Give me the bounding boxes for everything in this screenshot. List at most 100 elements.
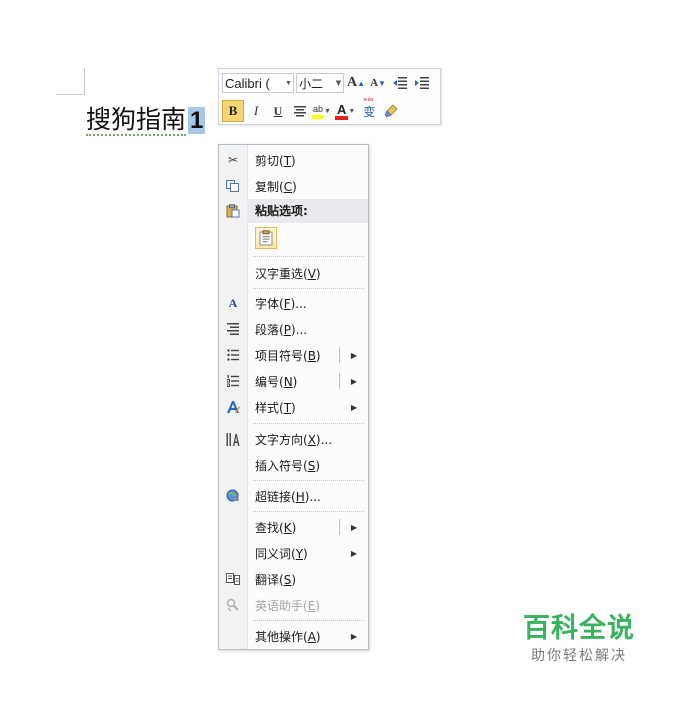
clipboard-paste-icon xyxy=(259,230,273,246)
paste-options-header: 粘贴选项: xyxy=(247,199,368,223)
center-align-button[interactable] xyxy=(290,100,310,122)
italic-icon: I xyxy=(253,103,259,118)
menu-item-english-assistant: 英语助手(E) xyxy=(219,593,368,617)
context-menu: ✂ 剪切(T) 复制(C) 粘贴选项: 汉字重选(V) A 字体(F)... 段… xyxy=(218,144,369,650)
format-painter-brush-icon xyxy=(384,104,398,118)
decrease-indent-button[interactable] xyxy=(390,72,410,94)
menu-item-synonyms[interactable]: 同义词(Y) ▶ xyxy=(219,541,368,565)
font-color-button[interactable]: A ▼ xyxy=(334,100,357,122)
menu-item-paragraph[interactable]: 段落(P)... xyxy=(219,317,368,341)
font-name-combo[interactable]: Calibri ( ▼ xyxy=(222,73,294,93)
menu-item-label: 段落(P)... xyxy=(255,322,308,337)
font-icon: A xyxy=(228,295,238,310)
menu-item-cut[interactable]: ✂ 剪切(T) xyxy=(219,148,368,172)
chevron-down-icon[interactable]: ▼ xyxy=(348,107,355,115)
menu-item-label: 文字方向(X)... xyxy=(255,432,333,447)
menu-separator xyxy=(253,480,364,481)
menu-separator xyxy=(253,511,364,512)
submenu-arrow-icon[interactable]: ▶ xyxy=(340,541,368,565)
watermark-title: 百科全说 xyxy=(523,613,635,644)
copy-icon xyxy=(219,174,247,198)
menu-item-text-direction[interactable]: 文字方向(X)... xyxy=(219,427,368,451)
text-direction-icon xyxy=(219,427,247,451)
watermark-subtitle: 助你轻松解决 xyxy=(531,648,627,664)
format-painter-button[interactable] xyxy=(381,100,401,122)
menu-item-translate[interactable]: 翻译(S) xyxy=(219,567,368,591)
document-body-text[interactable]: 搜狗指南 xyxy=(86,105,187,136)
increase-indent-icon xyxy=(415,77,429,89)
menu-item-label: 样式(T) xyxy=(255,400,296,415)
menu-item-font[interactable]: A 字体(F)... xyxy=(219,291,368,315)
paste-keep-text-button[interactable] xyxy=(255,227,277,249)
english-assistant-icon xyxy=(219,593,247,617)
submenu-arrow-icon[interactable]: ▶ xyxy=(340,624,368,648)
selected-text[interactable]: 1 xyxy=(188,107,206,134)
watermark: 百科全说 助你轻松解决 xyxy=(514,612,644,666)
menu-item-label: 项目符号(B) xyxy=(255,348,321,363)
scissors-icon: ✂ xyxy=(227,153,239,167)
font-size-combo[interactable]: 小二 ▼ xyxy=(296,73,344,93)
menu-item-label: 英语助手(E) xyxy=(255,598,320,613)
paste-options-row: 粘贴选项: xyxy=(219,199,368,223)
menu-item-label: 查找(K) xyxy=(255,520,297,535)
menu-item-reconvert[interactable]: 汉字重选(V) xyxy=(219,261,368,285)
increase-indent-button[interactable] xyxy=(412,72,432,94)
paragraph-icon xyxy=(219,317,247,341)
submenu-arrow-icon[interactable]: ▶ xyxy=(340,369,368,393)
page-margin-corner-mark xyxy=(56,68,85,95)
toolbar-row-2: B I U ab ▼ A ▼ wén 变 xyxy=(222,96,437,123)
menu-item-label: 其他操作(A) xyxy=(255,629,321,644)
underline-button[interactable]: U xyxy=(268,100,288,122)
menu-item-label: 字体(F)... xyxy=(255,296,307,311)
grow-font-button[interactable]: A ▲ xyxy=(346,72,366,94)
submenu-arrow-icon[interactable]: ▶ xyxy=(340,515,368,539)
menu-item-label: 剪切(T) xyxy=(255,153,296,168)
phonetic-guide-button[interactable]: wén 变 xyxy=(359,96,379,122)
menu-item-label: 汉字重选(V) xyxy=(255,266,321,281)
menu-item-styles[interactable]: 样式(T) ▶ xyxy=(219,395,368,419)
clipboard-icon xyxy=(219,199,247,223)
menu-item-label: 超链接(H)... xyxy=(255,489,321,504)
menu-item-label: 翻译(S) xyxy=(255,572,296,587)
phonetic-guide-icon: wén 变 xyxy=(363,96,376,119)
translate-icon xyxy=(219,567,247,591)
menu-item-numbering[interactable]: 编号(N) ▶ xyxy=(219,369,368,393)
decrease-indent-icon xyxy=(393,77,407,89)
document-text-line[interactable]: 搜狗指南 1 xyxy=(86,103,206,138)
menu-separator xyxy=(253,256,364,257)
menu-separator xyxy=(253,620,364,621)
font-size-value: 小二 xyxy=(299,76,324,91)
italic-button[interactable]: I xyxy=(246,100,266,122)
shrink-font-icon: A xyxy=(370,77,379,89)
underline-icon: U xyxy=(273,103,283,118)
bold-button[interactable]: B xyxy=(222,100,244,122)
grow-font-icon: A xyxy=(346,75,358,90)
numbering-icon xyxy=(219,369,247,393)
menu-separator xyxy=(253,288,364,289)
menu-item-bullets[interactable]: 项目符号(B) ▶ xyxy=(219,343,368,367)
shrink-font-button[interactable]: A ▼ xyxy=(368,72,388,94)
chevron-down-icon[interactable]: ▼ xyxy=(324,107,331,115)
styles-icon xyxy=(219,395,247,419)
menu-separator xyxy=(253,423,364,424)
mini-formatting-toolbar: Calibri ( ▼ 小二 ▼ A ▲ A ▼ B I U ab ▼ A ▼ … xyxy=(218,68,441,125)
highlight-button[interactable]: ab ▼ xyxy=(312,100,333,122)
center-align-icon xyxy=(294,105,306,116)
chevron-down-icon[interactable]: ▼ xyxy=(334,79,343,87)
menu-item-hyperlink[interactable]: 超链接(H)... xyxy=(219,484,368,508)
menu-item-copy[interactable]: 复制(C) xyxy=(219,174,368,198)
bullets-icon xyxy=(219,343,247,367)
menu-item-other-actions[interactable]: 其他操作(A) ▶ xyxy=(219,624,368,648)
menu-item-label: 复制(C) xyxy=(255,179,297,194)
menu-item-insert-symbol[interactable]: 插入符号(S) xyxy=(219,453,368,477)
submenu-arrow-icon[interactable]: ▶ xyxy=(340,343,368,367)
highlight-pen-icon: ab xyxy=(312,103,325,119)
menu-item-label: 编号(N) xyxy=(255,374,298,389)
submenu-arrow-icon[interactable]: ▶ xyxy=(340,395,368,419)
menu-item-label: 插入符号(S) xyxy=(255,458,320,473)
chevron-down-icon[interactable]: ▼ xyxy=(284,80,293,87)
menu-item-label: 同义词(Y) xyxy=(255,546,308,561)
hyperlink-globe-icon xyxy=(219,484,247,508)
menu-item-find[interactable]: 查找(K) ▶ xyxy=(219,515,368,539)
toolbar-row-1: Calibri ( ▼ 小二 ▼ A ▲ A ▼ xyxy=(222,71,437,95)
